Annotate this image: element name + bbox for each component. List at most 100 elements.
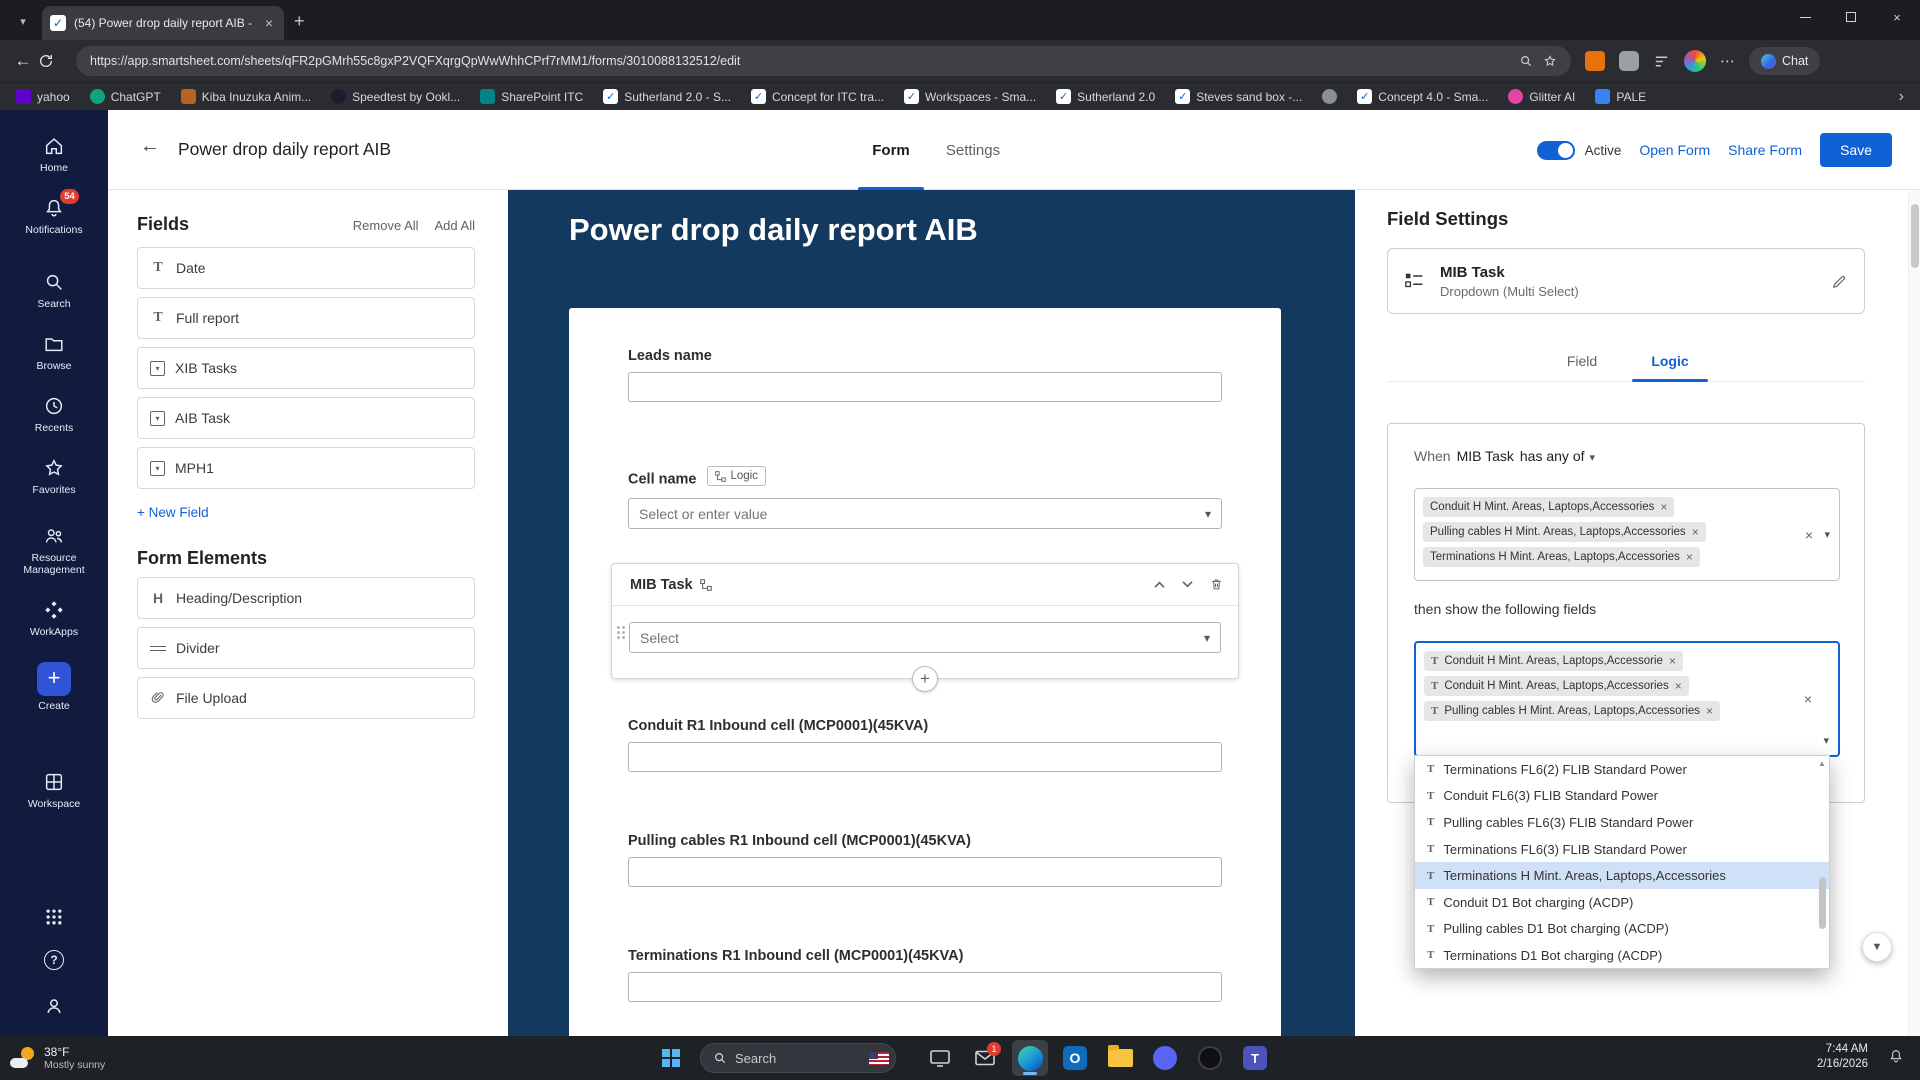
- drag-handle[interactable]: [617, 626, 626, 639]
- field-item-mph1[interactable]: ▾ MPH1: [137, 447, 475, 489]
- refresh-icon[interactable]: [38, 53, 68, 69]
- chevron-down-icon[interactable]: ▾: [1824, 528, 1830, 541]
- chip-remove-icon[interactable]: ×: [1706, 704, 1713, 718]
- dropdown-scrollbar[interactable]: ▲: [1817, 757, 1828, 967]
- browser-profile-avatar[interactable]: [1684, 50, 1706, 72]
- dropdown-option[interactable]: TConduit FL6(3) FLIB Standard Power: [1415, 783, 1829, 810]
- taskbar-file-explorer-app[interactable]: [1102, 1040, 1138, 1076]
- tab-search-chevron-icon[interactable]: ▾: [10, 8, 36, 34]
- chip-remove-icon[interactable]: ×: [1675, 679, 1682, 693]
- bookmark-globe[interactable]: [1322, 89, 1337, 104]
- browser-tab[interactable]: ✓ (54) Power drop daily report AIB - ×: [42, 6, 284, 40]
- dropdown-option[interactable]: TPulling cables D1 Bot charging (ACDP): [1415, 916, 1829, 943]
- dropdown-option[interactable]: TTerminations FL6(3) FLIB Standard Power: [1415, 836, 1829, 863]
- field-item-date[interactable]: T Date: [137, 247, 475, 289]
- help-button[interactable]: ?: [0, 950, 108, 970]
- dropdown-option[interactable]: TTerminations D1 Bot charging (ACDP): [1415, 942, 1829, 969]
- add-all-link[interactable]: Add All: [435, 218, 475, 233]
- start-button[interactable]: [662, 1049, 680, 1067]
- bookmark-concept-itc[interactable]: ✓Concept for ITC tra...: [751, 89, 884, 104]
- taskbar-dark-app[interactable]: [1192, 1040, 1228, 1076]
- sidebar-item-browse[interactable]: Browse: [0, 332, 108, 372]
- leads-name-input[interactable]: [628, 372, 1222, 402]
- tab-logic[interactable]: Logic: [1626, 340, 1714, 381]
- account-button[interactable]: [0, 994, 108, 1018]
- settings-scrollbar[interactable]: [1908, 190, 1920, 1036]
- bookmarks-overflow-chevron-icon[interactable]: ›: [1899, 88, 1904, 106]
- extension-orange-icon[interactable]: [1585, 51, 1605, 71]
- taskbar-teams-app[interactable]: T: [1237, 1040, 1273, 1076]
- dropdown-option[interactable]: TConduit D1 Bot charging (ACDP): [1415, 889, 1829, 916]
- open-form-link[interactable]: Open Form: [1639, 142, 1710, 158]
- zoom-icon[interactable]: [1519, 54, 1533, 68]
- window-maximize-button[interactable]: [1828, 0, 1874, 34]
- show-fields-multiselect[interactable]: TConduit H Mint. Areas, Laptops,Accessor…: [1414, 641, 1840, 757]
- new-tab-button[interactable]: +: [294, 11, 305, 32]
- conduit-input[interactable]: [628, 742, 1222, 772]
- clear-all-icon[interactable]: ×: [1805, 527, 1813, 543]
- active-toggle[interactable]: [1537, 141, 1575, 160]
- taskbar-edge-app[interactable]: [1012, 1040, 1048, 1076]
- field-item-xib-tasks[interactable]: ▾ XIB Tasks: [137, 347, 475, 389]
- favorite-star-icon[interactable]: [1543, 54, 1557, 68]
- clear-all-icon[interactable]: ×: [1804, 691, 1812, 707]
- bookmark-sutherland2-s[interactable]: ✓Sutherland 2.0 - S...: [603, 89, 731, 104]
- operator-dropdown[interactable]: has any of ▾: [1520, 448, 1595, 464]
- add-field-inline-button[interactable]: +: [912, 666, 938, 692]
- bookmark-chatgpt[interactable]: ChatGPT: [90, 89, 161, 104]
- element-divider[interactable]: Divider: [137, 627, 475, 669]
- extensions-puzzle-icon[interactable]: [1619, 51, 1639, 71]
- dropdown-option-highlighted[interactable]: TTerminations H Mint. Areas, Laptops,Acc…: [1415, 862, 1829, 889]
- tab-settings[interactable]: Settings: [932, 110, 1014, 190]
- bookmark-steves-sandbox[interactable]: ✓Steves sand box -...: [1175, 89, 1302, 104]
- taskbar-discord-app[interactable]: [1147, 1040, 1183, 1076]
- bookmark-pale[interactable]: PALE: [1595, 89, 1646, 104]
- bookmark-kiba[interactable]: Kiba Inuzuka Anim...: [181, 89, 311, 104]
- bookmark-sutherland2[interactable]: ✓Sutherland 2.0: [1056, 89, 1155, 104]
- mib-task-selected-field[interactable]: MIB Task Select ▾: [611, 563, 1239, 679]
- scroll-up-icon[interactable]: ▲: [1818, 759, 1826, 768]
- sidebar-item-favorites[interactable]: Favorites: [0, 456, 108, 496]
- sidebar-item-search[interactable]: Search: [0, 270, 108, 310]
- dropdown-scroll-thumb[interactable]: [1819, 877, 1826, 929]
- bookmark-sharepoint[interactable]: SharePoint ITC: [480, 89, 583, 104]
- dropdown-option[interactable]: TPulling cables FL6(3) FLIB Standard Pow…: [1415, 809, 1829, 836]
- browser-menu-icon[interactable]: ⋯: [1720, 52, 1735, 70]
- taskbar-search[interactable]: Search: [700, 1043, 896, 1073]
- tab-close-icon[interactable]: ×: [262, 15, 276, 31]
- element-heading-description[interactable]: H Heading/Description: [137, 577, 475, 619]
- sidebar-item-workspace[interactable]: Workspace: [0, 770, 108, 810]
- settings-scroll-thumb[interactable]: [1911, 204, 1919, 268]
- back-icon[interactable]: ←: [8, 51, 38, 71]
- delete-field-icon[interactable]: [1209, 577, 1224, 592]
- bookmark-concept4[interactable]: ✓Concept 4.0 - Sma...: [1357, 89, 1488, 104]
- sidebar-item-workapps[interactable]: WorkApps: [0, 598, 108, 638]
- terminations-input[interactable]: [628, 972, 1222, 1002]
- bookmark-glitter-ai[interactable]: Glitter AI: [1508, 89, 1575, 104]
- move-down-icon[interactable]: [1181, 580, 1194, 589]
- chat-button[interactable]: Chat: [1749, 47, 1820, 75]
- back-button[interactable]: ←: [140, 135, 160, 158]
- share-form-link[interactable]: Share Form: [1728, 142, 1802, 158]
- pulling-cables-input[interactable]: [628, 857, 1222, 887]
- sidebar-item-notifications[interactable]: 54 Notifications: [0, 196, 108, 236]
- move-up-icon[interactable]: [1153, 580, 1166, 589]
- dropdown-option[interactable]: TTerminations FL6(2) FLIB Standard Power: [1415, 756, 1829, 783]
- chevron-down-icon[interactable]: ▾: [1823, 734, 1829, 747]
- bookmark-speedtest[interactable]: Speedtest by Ookl...: [331, 89, 460, 104]
- sidebar-item-create[interactable]: + Create: [0, 662, 108, 712]
- apps-grid-button[interactable]: [0, 905, 108, 929]
- bookmark-yahoo[interactable]: yahoo: [16, 89, 70, 104]
- new-field-link[interactable]: + New Field: [137, 505, 508, 520]
- taskbar-outlook-app[interactable]: O: [1057, 1040, 1093, 1076]
- field-item-aib-task[interactable]: ▾ AIB Task: [137, 397, 475, 439]
- chip-remove-icon[interactable]: ×: [1692, 525, 1699, 539]
- remove-all-link[interactable]: Remove All: [353, 218, 419, 233]
- save-button[interactable]: Save: [1820, 133, 1892, 167]
- taskbar-display-app[interactable]: [922, 1040, 958, 1076]
- collections-icon[interactable]: [1653, 53, 1670, 70]
- tab-form[interactable]: Form: [850, 110, 932, 190]
- window-minimize-button[interactable]: [1782, 0, 1828, 34]
- taskbar-weather-widget[interactable]: 38°F Mostly sunny: [0, 1045, 200, 1071]
- window-close-button[interactable]: ×: [1874, 0, 1920, 34]
